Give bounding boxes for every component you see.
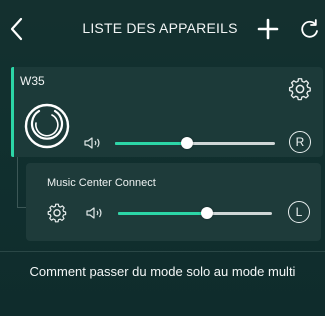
speaker-icon bbox=[84, 137, 100, 149]
selected-accent-bar bbox=[11, 67, 14, 157]
gear-icon bbox=[47, 203, 67, 223]
slider-fill bbox=[118, 212, 208, 215]
device-settings-button[interactable] bbox=[287, 75, 313, 101]
device-name: W35 bbox=[20, 74, 45, 88]
gear-icon bbox=[288, 78, 311, 101]
add-device-button[interactable] bbox=[255, 16, 281, 42]
slider-thumb[interactable] bbox=[201, 207, 214, 219]
device-card-music-center-connect[interactable]: Music Center Connect L bbox=[26, 163, 321, 241]
device-settings-button[interactable] bbox=[46, 201, 68, 223]
solo-to-multi-help-link[interactable]: Comment passer du mode solo au mode mult… bbox=[0, 264, 325, 279]
channel-badge-left[interactable]: L bbox=[288, 201, 310, 223]
channel-badge-right[interactable]: R bbox=[289, 131, 311, 153]
device-name: Music Center Connect bbox=[47, 177, 156, 189]
chevron-left-icon bbox=[10, 17, 23, 41]
power-icon bbox=[24, 103, 70, 149]
volume-slider[interactable] bbox=[118, 206, 272, 220]
volume-slider[interactable] bbox=[115, 136, 275, 150]
divider bbox=[0, 251, 325, 252]
back-button[interactable] bbox=[6, 14, 30, 44]
plus-icon bbox=[257, 18, 279, 40]
power-button[interactable] bbox=[22, 101, 72, 151]
header-bar: LISTE DES APPAREILS bbox=[0, 0, 325, 58]
volume-icon bbox=[86, 206, 104, 220]
speaker-icon bbox=[86, 207, 102, 219]
device-list-screen: LISTE DES APPAREILS W35 R Music Center C… bbox=[0, 0, 325, 316]
slider-fill bbox=[115, 142, 187, 145]
refresh-button[interactable] bbox=[299, 17, 321, 41]
slider-thumb[interactable] bbox=[181, 137, 193, 149]
refresh-icon bbox=[301, 19, 318, 38]
device-card-w35[interactable]: W35 R bbox=[11, 67, 323, 157]
page-title: LISTE DES APPAREILS bbox=[82, 20, 238, 36]
volume-icon bbox=[84, 136, 102, 150]
